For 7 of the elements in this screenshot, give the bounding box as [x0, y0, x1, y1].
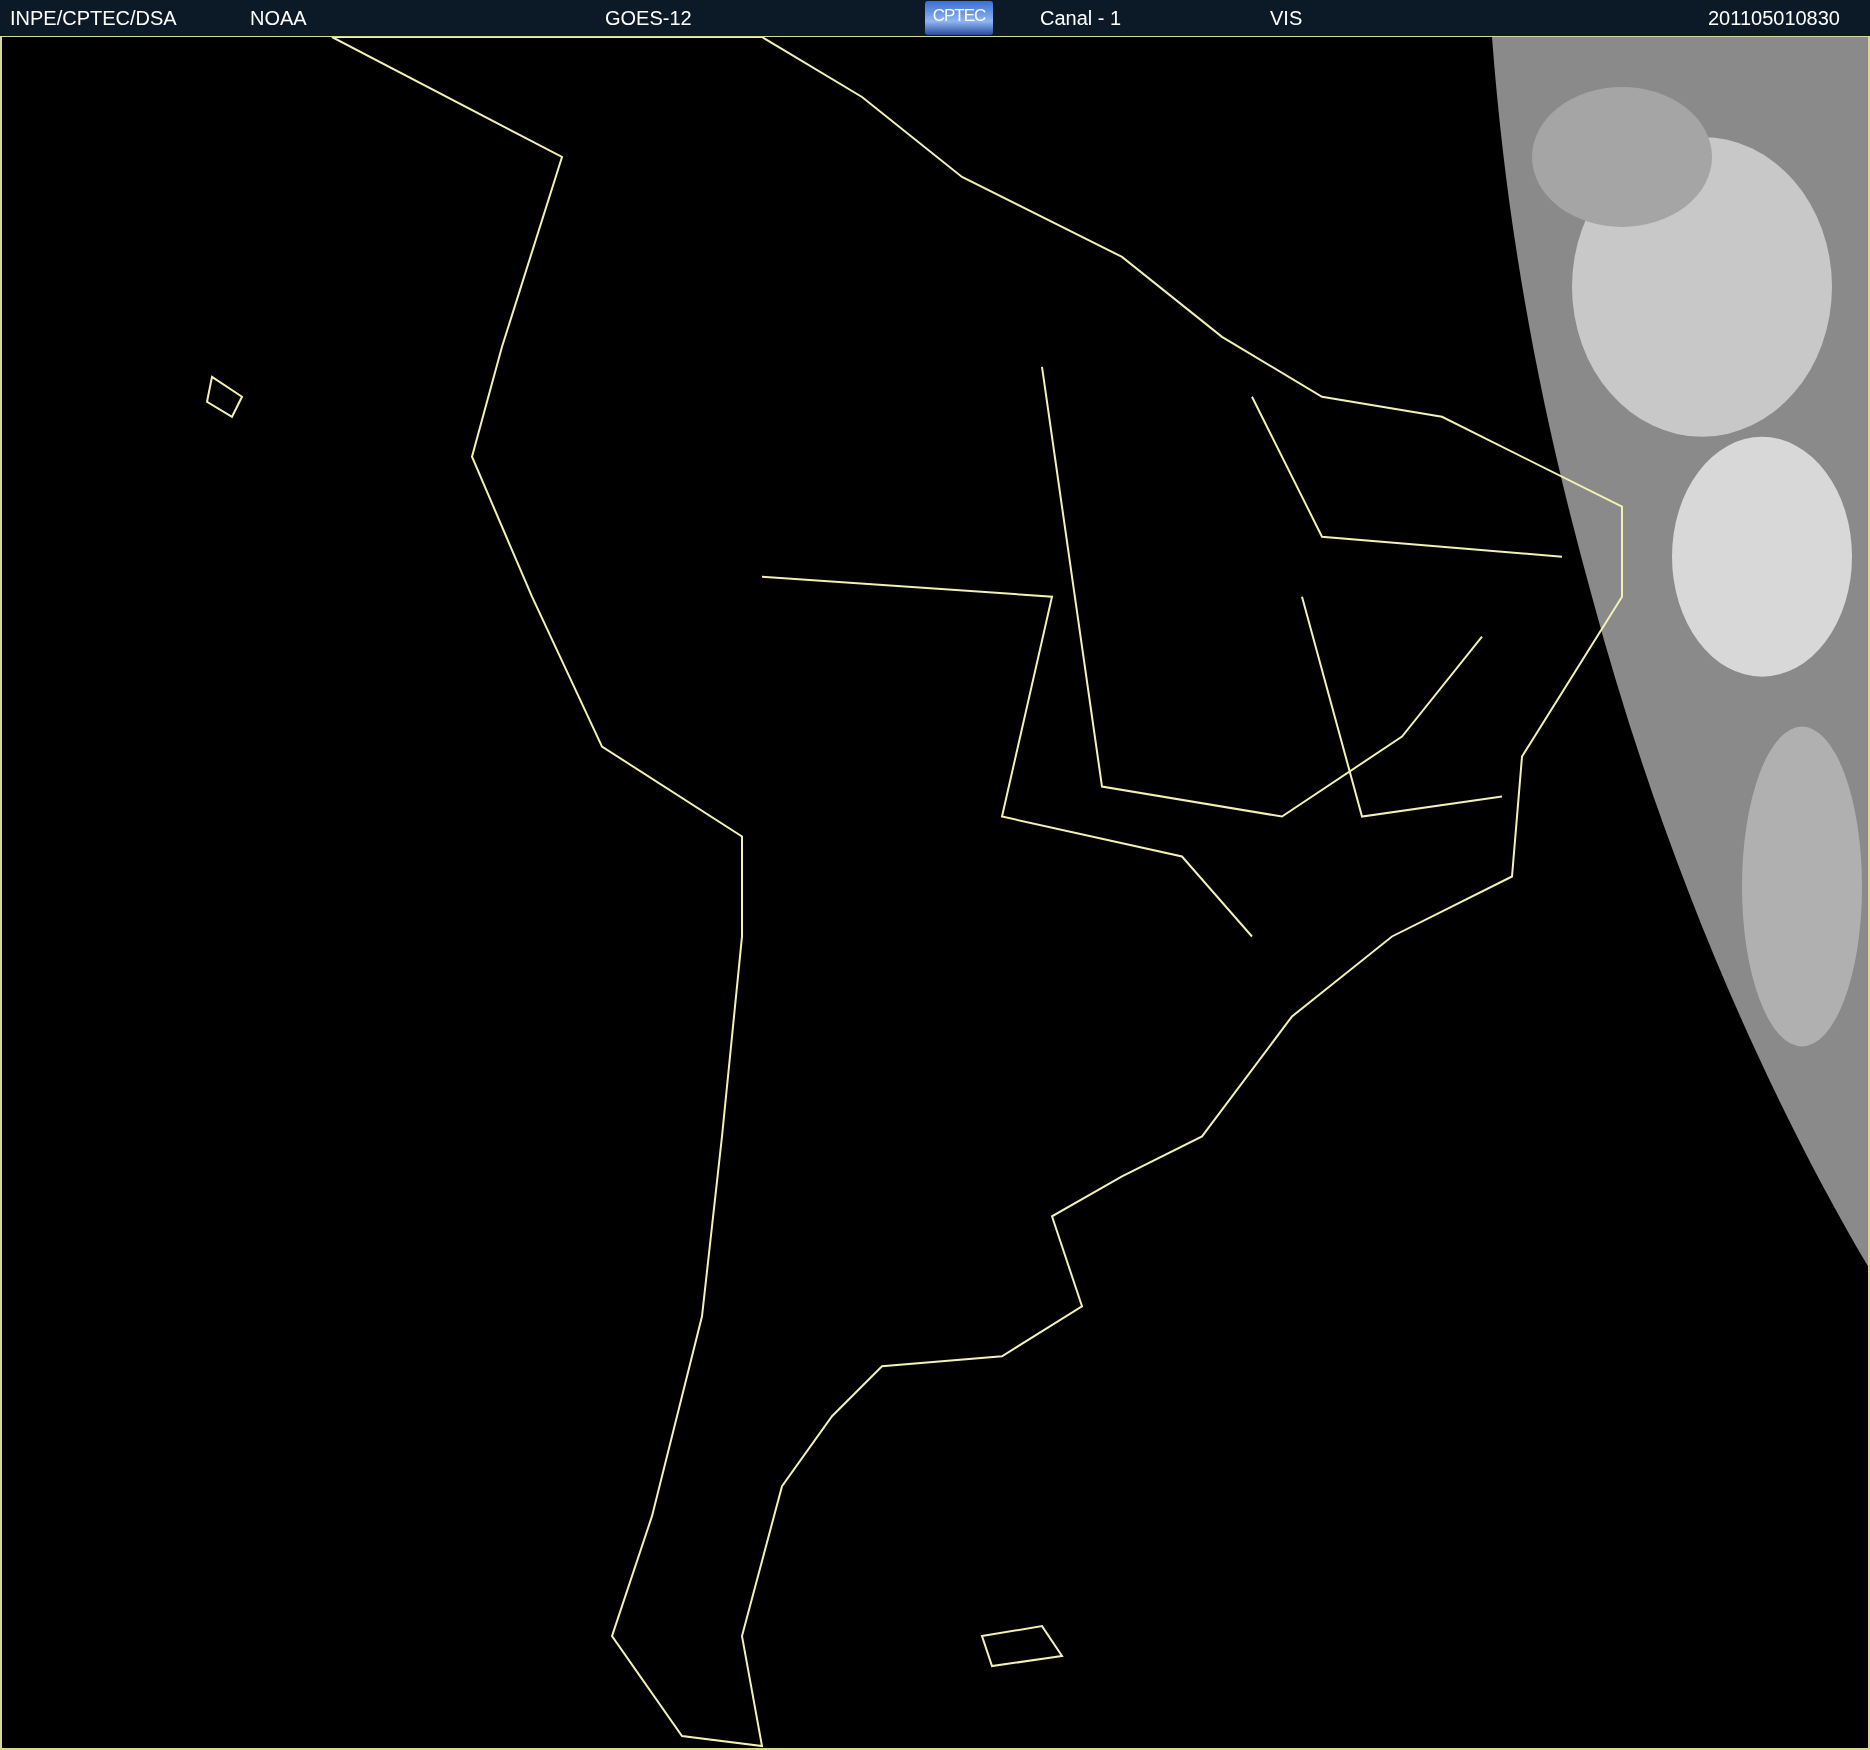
header-label: 201105010830 [1708, 6, 1840, 30]
header-label: Canal - 1 [1040, 6, 1122, 30]
header-label: VIS [1270, 6, 1303, 30]
header-label: GOES-12 [605, 6, 692, 30]
header-label: NOAA [250, 6, 307, 30]
header-label: INPE/CPTEC/DSA [10, 6, 177, 30]
logo: CPTEC [925, 1, 993, 35]
